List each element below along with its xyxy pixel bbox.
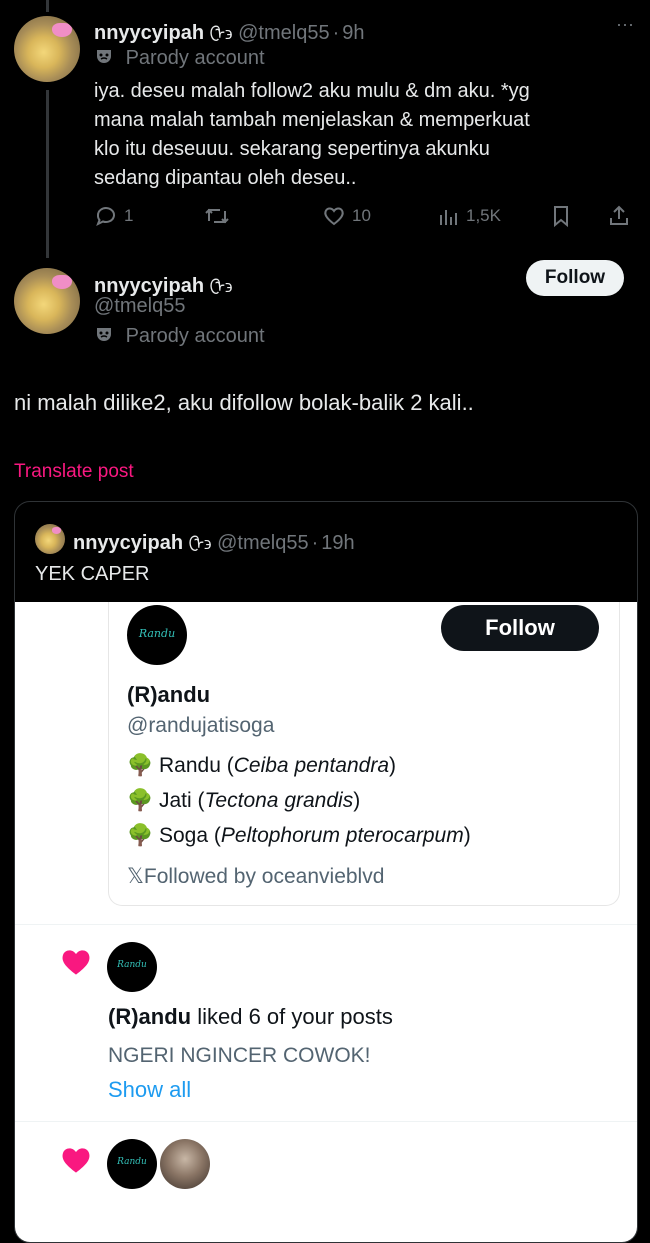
main-handle[interactable]: @tmelq55	[94, 295, 185, 318]
main-parody-label: Parody account	[125, 325, 265, 347]
divider	[15, 924, 637, 925]
thread-line-top	[46, 0, 49, 12]
bio-latin-name: Tectona grandis	[204, 789, 354, 812]
bio-close-paren: )	[353, 789, 361, 812]
parent-parody-badge: Parody account	[94, 46, 265, 72]
notification-post-preview: NGERI NGINCER COWOK!	[108, 1044, 371, 1067]
reply-count: 1	[124, 206, 134, 225]
bio-latin-name: Ceiba pentandra	[233, 754, 390, 777]
quoted-text: YEK CAPER	[35, 563, 150, 585]
quoted-post[interactable]: nnyycyipah ᠿ϶ @tmelq55 · 19h YEK CAPER Ran…	[14, 501, 638, 1243]
main-post-avatar[interactable]	[14, 268, 80, 334]
parent-display-name[interactable]: nnyycyipah	[94, 22, 204, 44]
reply-button[interactable]: 1	[94, 203, 133, 229]
profile-card-follow-button: Follow	[441, 605, 599, 651]
parent-post-text: iya. deseu malah follow2 aku mulu & dm a…	[94, 77, 634, 193]
parent-post-header: nnyycyipah ᠿ϶ @tmelq55 · 9h	[94, 14, 365, 45]
profile-card-avatar-text: Randu	[138, 627, 176, 640]
repost-button[interactable]	[204, 203, 230, 229]
main-display-name[interactable]: nnyycyipah	[94, 275, 204, 297]
notification2-avatar-text: Randu	[117, 1157, 147, 1167]
quoted-header: nnyycyipah ᠿ϶ @tmelq55 · 19h	[73, 524, 355, 555]
bio-tree-name: Jati	[159, 789, 192, 812]
main-name-glyph: ᠿ϶	[209, 277, 233, 296]
profile-card-avatar: Randu	[127, 605, 187, 665]
profile-card: Randu Follow (R)andu @randujatisoga 🌳 Ra…	[108, 602, 620, 906]
quoted-time: 19h	[321, 532, 355, 554]
parent-more-button[interactable]: ···	[616, 14, 634, 35]
profile-card-bio: 🌳 Randu (Ceiba pentandra) 🌳 Jati (Tecton…	[127, 748, 471, 853]
parent-text-line: klo itu deseuuu. sekarang sepertinya aku…	[94, 138, 490, 160]
bio-open-paren: (	[226, 754, 234, 777]
like-count: 10	[352, 206, 371, 225]
show-all-link: Show all	[108, 1077, 192, 1102]
notification-text: (R)andu liked 6 of your posts	[108, 1004, 393, 1030]
bio-latin-name: Peltophorum pterocarpum	[220, 824, 464, 847]
notification-avatar: Randu	[107, 942, 157, 992]
quoted-handle: @tmelq55	[217, 532, 309, 554]
like-button[interactable]: 10	[322, 203, 371, 229]
views-icon	[440, 210, 457, 225]
quoted-separator: ·	[311, 532, 319, 554]
bookmark-icon	[554, 206, 568, 228]
notification2-avatar: Randu	[107, 1139, 157, 1189]
bio-line: 🌳 Soga (Peltophorum pterocarpum)	[127, 818, 471, 853]
followed-by-text: Followed by oceanvieblvd	[143, 865, 385, 888]
repost-icon	[205, 208, 229, 224]
parent-parody-label: Parody account	[125, 47, 265, 69]
tree-icon: 🌳	[127, 789, 154, 812]
thread-line	[46, 90, 49, 258]
views-button[interactable]: 1,5K	[438, 203, 501, 229]
divider	[15, 1121, 637, 1122]
bio-close-paren: )	[463, 824, 471, 847]
notification-action: liked 6 of your posts	[197, 1004, 393, 1029]
parent-text-line: sedang dipantau oleh deseu..	[94, 167, 357, 189]
main-parody-badge: Parody account	[94, 324, 265, 350]
bio-tree-name: Soga	[159, 824, 209, 847]
tree-icon: 🌳	[127, 754, 154, 777]
main-post-text: ni malah dilike2, aku difollow bolak-bal…	[14, 390, 474, 415]
parent-name-glyph: ᠿ϶	[209, 24, 233, 43]
quoted-avatar	[35, 524, 65, 554]
profile-card-followed-by: 𝕏Followed by oceanvieblvd	[127, 864, 384, 889]
share-icon	[610, 205, 628, 225]
x-logo-icon: 𝕏	[127, 865, 144, 888]
profile-card-name: (R)andu	[127, 682, 211, 707]
main-follow-button[interactable]: Follow	[526, 260, 624, 296]
tree-icon: 🌳	[127, 824, 154, 847]
parent-handle[interactable]: @tmelq55	[238, 22, 329, 44]
bio-close-paren: )	[389, 754, 397, 777]
quoted-display-name: nnyycyipah	[73, 532, 184, 554]
view-count: 1,5K	[466, 206, 501, 225]
parent-separator: ·	[332, 22, 340, 44]
parent-time[interactable]: 9h	[342, 22, 364, 44]
bio-open-paren: (	[213, 824, 221, 847]
heart-outline-icon	[324, 207, 344, 226]
quoted-name-glyph: ᠿ϶	[188, 534, 212, 553]
profile-card-handle: @randujatisoga	[127, 714, 275, 737]
notification-avatar-text: Randu	[117, 960, 147, 970]
heart-filled-icon	[62, 1148, 90, 1173]
notification2-user-avatar	[160, 1139, 210, 1189]
parent-text-line: mana malah tambah menjelaskan & memperku…	[94, 109, 530, 131]
mask-icon	[94, 46, 114, 72]
main-post-name-row: nnyycyipah ᠿ϶	[94, 267, 233, 298]
bio-line: 🌳 Jati (Tectona grandis)	[127, 783, 471, 818]
heart-filled-icon	[62, 950, 90, 975]
reply-icon	[96, 207, 115, 227]
translate-post-link[interactable]: Translate post	[14, 461, 134, 483]
bio-line: 🌳 Randu (Ceiba pentandra)	[127, 748, 471, 783]
parent-text-line: iya. deseu malah follow2 aku mulu & dm a…	[94, 80, 530, 102]
parent-post-avatar[interactable]	[14, 16, 80, 82]
bio-tree-name: Randu	[159, 754, 221, 777]
share-button[interactable]	[607, 203, 631, 229]
mask-icon	[94, 324, 114, 350]
bio-open-paren: (	[197, 789, 205, 812]
notification-actor: (R)andu	[108, 1004, 192, 1029]
bookmark-button[interactable]	[550, 203, 572, 229]
quoted-screenshot-image: Randu Follow (R)andu @randujatisoga 🌳 Ra…	[15, 602, 637, 1242]
